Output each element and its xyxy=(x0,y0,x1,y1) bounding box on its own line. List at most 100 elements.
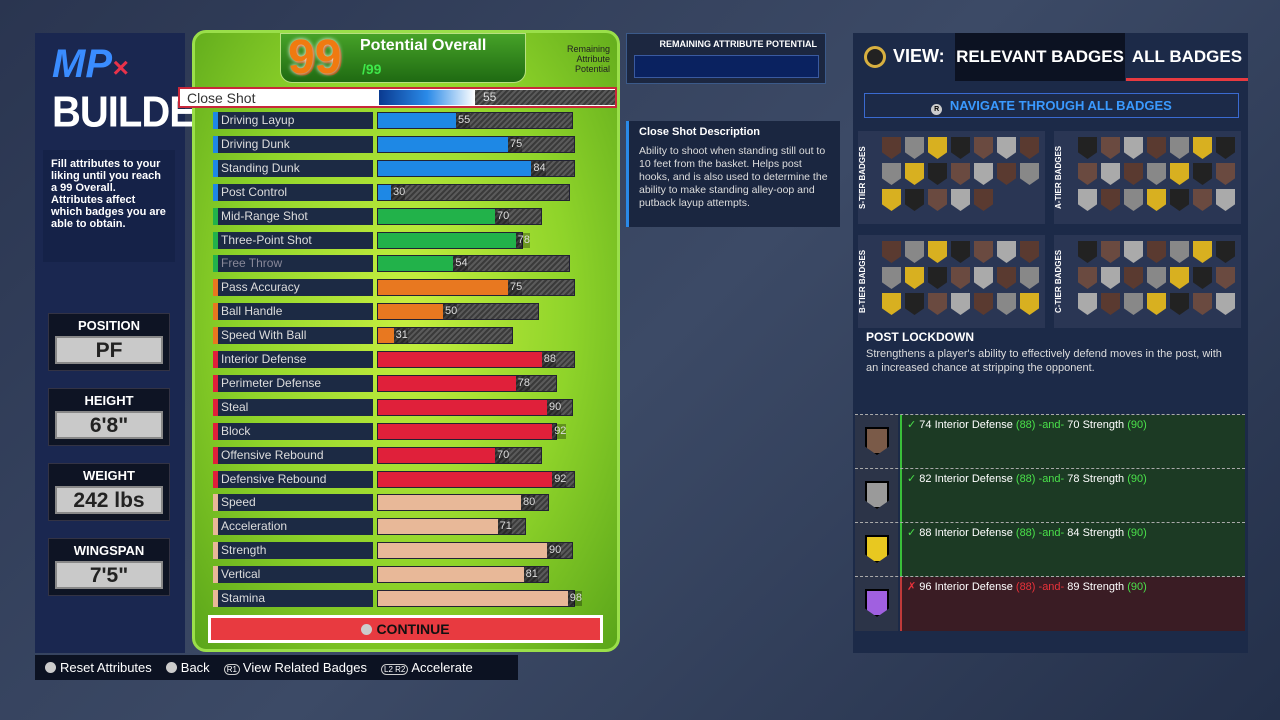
badge-icon[interactable] xyxy=(1216,189,1235,211)
badge-icon[interactable] xyxy=(1124,267,1143,289)
footer-hint[interactable]: Reset Attributes xyxy=(45,655,152,680)
badge-icon[interactable] xyxy=(1193,293,1212,315)
badge-icon[interactable] xyxy=(1101,137,1120,159)
badge-icon[interactable] xyxy=(928,189,947,211)
attribute-slider[interactable]: 75 xyxy=(377,135,576,153)
badge-icon[interactable] xyxy=(974,293,993,315)
badge-icon[interactable] xyxy=(882,241,901,263)
badge-icon[interactable] xyxy=(905,293,924,315)
attribute-slider[interactable]: 78 xyxy=(377,231,531,249)
attribute-slider[interactable]: 80 xyxy=(377,494,550,512)
badge-icon[interactable] xyxy=(905,163,924,185)
badge-icon[interactable] xyxy=(1020,293,1039,315)
badge-icon[interactable] xyxy=(1216,293,1235,315)
badge-icon[interactable] xyxy=(1170,293,1189,315)
badge-icon[interactable] xyxy=(1078,189,1097,211)
badge-icon[interactable] xyxy=(1193,189,1212,211)
navigate-badges-button[interactable]: R NAVIGATE THROUGH ALL BADGES xyxy=(864,93,1239,118)
badge-icon[interactable] xyxy=(1147,189,1166,211)
badge-icon[interactable] xyxy=(1101,189,1120,211)
attribute-slider[interactable]: 30 xyxy=(377,183,571,201)
badge-icon[interactable] xyxy=(905,241,924,263)
tab-relevant-badges[interactable]: RELEVANT BADGES xyxy=(955,33,1125,81)
badge-icon[interactable] xyxy=(974,137,993,159)
badge-icon[interactable] xyxy=(1170,189,1189,211)
badge-icon[interactable] xyxy=(905,137,924,159)
badge-icon[interactable] xyxy=(1124,189,1143,211)
badge-icon[interactable] xyxy=(1078,267,1097,289)
badge-icon[interactable] xyxy=(1020,163,1039,185)
attribute-slider[interactable]: 92 xyxy=(377,422,567,440)
badge-icon[interactable] xyxy=(1020,267,1039,289)
badge-icon[interactable] xyxy=(1193,267,1212,289)
tab-all-badges[interactable]: ALL BADGES xyxy=(1126,33,1248,81)
badge-icon[interactable] xyxy=(1216,163,1235,185)
badge-icon[interactable] xyxy=(1193,137,1212,159)
badge-icon[interactable] xyxy=(1216,241,1235,263)
badge-icon[interactable] xyxy=(997,267,1016,289)
badge-icon[interactable] xyxy=(905,267,924,289)
attribute-slider[interactable]: 81 xyxy=(377,566,550,584)
badge-icon[interactable] xyxy=(928,293,947,315)
badge-icon[interactable] xyxy=(882,267,901,289)
badge-icon[interactable] xyxy=(928,137,947,159)
badge-icon[interactable] xyxy=(1170,241,1189,263)
badge-icon[interactable] xyxy=(1147,137,1166,159)
badge-icon[interactable] xyxy=(951,267,970,289)
badge-icon[interactable] xyxy=(1170,163,1189,185)
badge-icon[interactable] xyxy=(1124,241,1143,263)
attribute-slider[interactable]: 70 xyxy=(377,207,542,225)
badge-icon[interactable] xyxy=(974,267,993,289)
attribute-slider[interactable]: 98 xyxy=(377,590,583,607)
badge-icon[interactable] xyxy=(928,241,947,263)
attribute-slider[interactable]: 31 xyxy=(377,327,513,345)
badge-icon[interactable] xyxy=(1147,293,1166,315)
badge-icon[interactable] xyxy=(1170,267,1189,289)
badge-icon[interactable] xyxy=(1170,137,1189,159)
badge-icon[interactable] xyxy=(1193,241,1212,263)
badge-icon[interactable] xyxy=(951,293,970,315)
badge-icon[interactable] xyxy=(1124,163,1143,185)
badge-icon[interactable] xyxy=(882,137,901,159)
badge-icon[interactable] xyxy=(1078,163,1097,185)
badge-icon[interactable] xyxy=(974,241,993,263)
badge-icon[interactable] xyxy=(997,293,1016,315)
badge-icon[interactable] xyxy=(1101,293,1120,315)
attribute-slider[interactable]: 84 xyxy=(377,159,576,177)
badge-icon[interactable] xyxy=(882,293,901,315)
attribute-slider[interactable]: 54 xyxy=(377,255,571,273)
badge-icon[interactable] xyxy=(1193,163,1212,185)
badge-icon[interactable] xyxy=(1147,163,1166,185)
badge-icon[interactable] xyxy=(1124,137,1143,159)
badge-icon[interactable] xyxy=(974,189,993,211)
badge-icon[interactable] xyxy=(1216,267,1235,289)
footer-hint[interactable]: Back xyxy=(165,655,210,680)
badge-icon[interactable] xyxy=(1020,241,1039,263)
badge-icon[interactable] xyxy=(1147,267,1166,289)
badge-icon[interactable] xyxy=(1078,293,1097,315)
badge-icon[interactable] xyxy=(951,241,970,263)
badge-icon[interactable] xyxy=(1101,267,1120,289)
attribute-slider[interactable]: 90 xyxy=(377,398,573,416)
footer-hint[interactable]: R1 View Related Badges xyxy=(223,655,367,680)
attribute-slider[interactable]: 75 xyxy=(377,279,576,297)
attribute-slider[interactable]: 70 xyxy=(377,446,542,464)
attribute-slider[interactable]: 78 xyxy=(377,374,558,392)
attribute-slider[interactable]: 55 xyxy=(379,90,615,105)
attribute-slider[interactable]: 92 xyxy=(377,470,576,488)
badge-icon[interactable] xyxy=(882,189,901,211)
badge-icon[interactable] xyxy=(1216,137,1235,159)
badge-icon[interactable] xyxy=(1147,241,1166,263)
continue-button[interactable]: CONTINUE xyxy=(208,615,603,643)
badge-icon[interactable] xyxy=(997,137,1016,159)
badge-icon[interactable] xyxy=(1078,241,1097,263)
badge-icon[interactable] xyxy=(1101,241,1120,263)
badge-icon[interactable] xyxy=(882,163,901,185)
badge-icon[interactable] xyxy=(928,267,947,289)
badge-icon[interactable] xyxy=(1124,293,1143,315)
badge-icon[interactable] xyxy=(951,163,970,185)
footer-hint[interactable]: L2 R2 Accelerate xyxy=(381,655,473,680)
badge-icon[interactable] xyxy=(997,241,1016,263)
attribute-row-close-shot-selected[interactable]: Close Shot 55 xyxy=(178,87,617,108)
badge-icon[interactable] xyxy=(1078,137,1097,159)
